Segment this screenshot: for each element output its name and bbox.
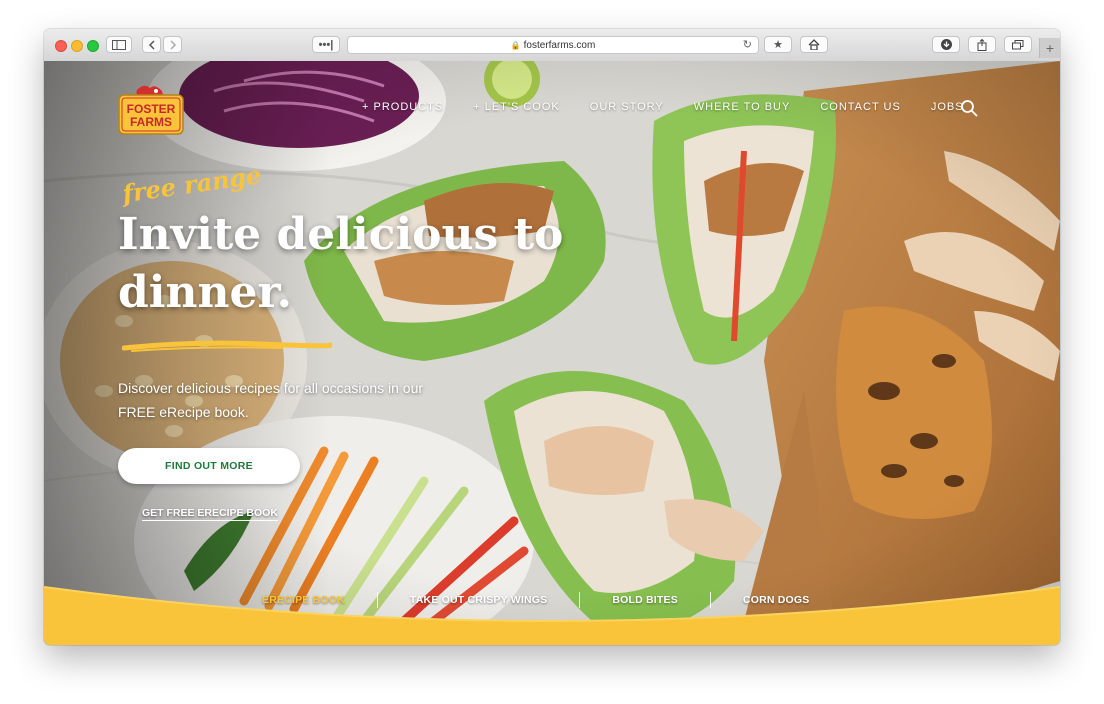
hero-subtext: Discover delicious recipes for all occas… bbox=[118, 380, 424, 420]
search-icon[interactable] bbox=[960, 99, 978, 117]
downloads-button[interactable] bbox=[932, 36, 960, 53]
quicklink-corn-dogs[interactable]: CORN DOGS bbox=[743, 594, 810, 606]
quicklink-bold-bites[interactable]: BOLD BITES bbox=[612, 594, 678, 606]
quicklink-divider bbox=[376, 592, 378, 608]
quick-links-bar: ERECIPE BOOK TAKE OUT CRISPY WINGS BOLD … bbox=[262, 592, 809, 608]
quicklink-divider bbox=[709, 592, 711, 608]
new-tab-button[interactable]: + bbox=[1039, 38, 1060, 58]
hero-section: FOSTER FARMS + PRODUCTS + LET'S COOK OUR… bbox=[44, 61, 1060, 645]
home-icon bbox=[808, 39, 820, 50]
nav-products[interactable]: + PRODUCTS bbox=[362, 101, 443, 113]
forward-button[interactable] bbox=[163, 36, 182, 53]
sidebar-toggle-button[interactable] bbox=[106, 36, 132, 53]
chevron-right-icon bbox=[169, 39, 176, 50]
quicklink-erecipe-book[interactable]: ERECIPE BOOK bbox=[262, 594, 345, 606]
browser-window: •••| 🔒 fosterfarms.com ↻ ★ + FOSTER FARM… bbox=[44, 29, 1060, 645]
star-icon: ★ bbox=[773, 39, 783, 51]
reader-button[interactable]: •••| bbox=[312, 36, 340, 53]
yellow-underline-swash bbox=[122, 340, 332, 352]
free-range-tagline: free range bbox=[120, 161, 260, 207]
back-button[interactable] bbox=[142, 36, 161, 53]
minimize-window-button[interactable] bbox=[71, 40, 83, 52]
quicklink-take-out-crispy-wings[interactable]: TAKE OUT CRISPY WINGS bbox=[410, 594, 547, 606]
logo-line2: FARMS bbox=[130, 115, 172, 129]
free-range-text: free range bbox=[120, 161, 260, 207]
sidebar-icon bbox=[112, 39, 126, 50]
share-icon bbox=[977, 38, 987, 51]
hero-food-photo bbox=[44, 61, 1060, 645]
nav-lets-cook[interactable]: + LET'S COOK bbox=[473, 101, 560, 113]
hero-headline: Invite delicious to dinner. bbox=[118, 209, 564, 318]
close-window-button[interactable] bbox=[55, 40, 67, 52]
lock-icon: 🔒 bbox=[510, 40, 521, 50]
nav-where-to-buy[interactable]: WHERE TO BUY bbox=[694, 101, 791, 113]
url-text: fosterfarms.com bbox=[523, 39, 596, 51]
zoom-window-button[interactable] bbox=[87, 40, 99, 52]
address-bar[interactable]: 🔒 fosterfarms.com ↻ bbox=[347, 36, 759, 54]
chevron-left-icon bbox=[148, 39, 155, 50]
bookmark-button[interactable]: ★ bbox=[764, 36, 792, 53]
browser-toolbar: •••| 🔒 fosterfarms.com ↻ ★ + bbox=[44, 29, 1060, 62]
nav-jobs[interactable]: JOBS bbox=[931, 101, 964, 113]
foster-farms-logo[interactable]: FOSTER FARMS bbox=[118, 83, 184, 135]
share-button[interactable] bbox=[968, 36, 996, 53]
home-button[interactable] bbox=[800, 36, 828, 53]
logo-line1: FOSTER bbox=[127, 102, 176, 116]
main-nav: + PRODUCTS + LET'S COOK OUR STORY WHERE … bbox=[362, 101, 964, 113]
download-icon bbox=[940, 39, 952, 50]
reload-icon[interactable]: ↻ bbox=[743, 38, 752, 51]
tabs-overview-button[interactable] bbox=[1004, 36, 1032, 53]
tabs-icon bbox=[1012, 39, 1024, 49]
nav-our-story[interactable]: OUR STORY bbox=[590, 101, 664, 113]
get-free-erecipe-book-link[interactable]: GET FREE ERECIPE BOOK bbox=[142, 507, 278, 521]
nav-contact-us[interactable]: CONTACT US bbox=[820, 101, 901, 113]
quicklink-divider bbox=[579, 592, 581, 608]
find-out-more-button[interactable]: FIND OUT MORE bbox=[118, 448, 300, 484]
